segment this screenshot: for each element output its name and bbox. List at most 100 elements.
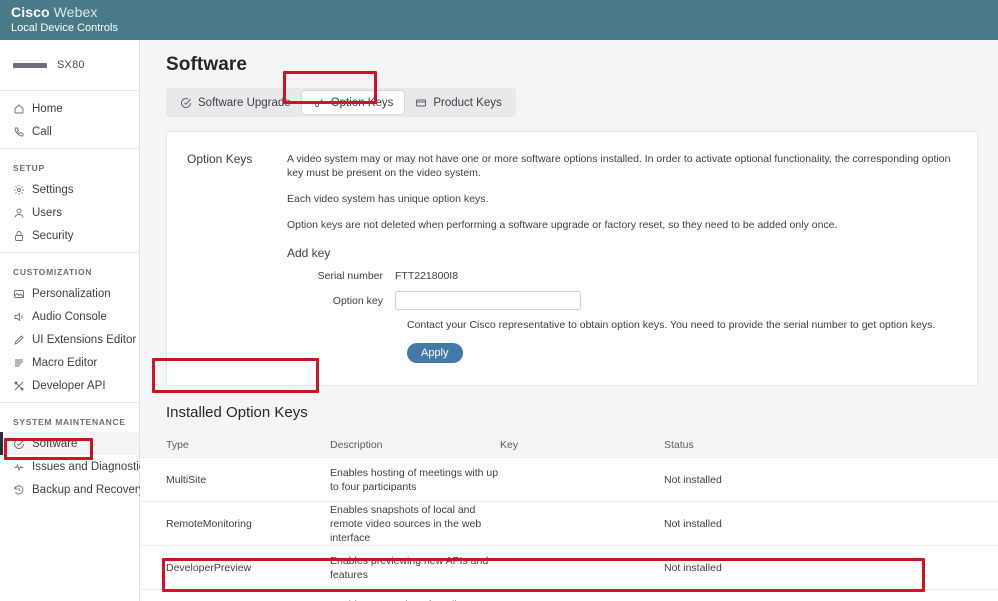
sidebar-item-users[interactable]: Users xyxy=(0,201,139,224)
column-header-key: Key xyxy=(500,439,519,451)
sidebar-item-label: Settings xyxy=(32,183,74,196)
option-key-row: Option key xyxy=(287,291,955,310)
sidebar-item-ui-extensions-editor[interactable]: UI Extensions Editor xyxy=(0,328,139,351)
history-icon xyxy=(13,484,25,496)
nav-group-main: Home Call xyxy=(0,91,139,148)
cell-status: Not installed xyxy=(664,473,722,486)
sidebar-item-personalization[interactable]: Personalization xyxy=(0,282,139,305)
brand-webex-text: Webex xyxy=(53,4,98,20)
contact-hint: Contact your Cisco representative to obt… xyxy=(407,319,936,331)
table-row: DeveloperPreview Enables previewing new … xyxy=(140,545,998,589)
check-circle-icon xyxy=(180,97,192,109)
cell-status: Not installed xyxy=(664,561,722,574)
serial-number-row: Serial number FTT221800I8 xyxy=(287,270,955,282)
cell-type: RemoteMonitoring xyxy=(166,517,252,530)
phone-icon xyxy=(13,126,25,138)
sidebar-item-label: Call xyxy=(32,125,52,138)
sidebar-item-audio-console[interactable]: Audio Console xyxy=(0,305,139,328)
sidebar-item-label: Security xyxy=(32,229,74,242)
key-icon xyxy=(313,97,325,109)
sidebar-item-macro-editor[interactable]: Macro Editor xyxy=(0,351,139,374)
sidebar: SX80 Home Call SETUP Settings Users Secu… xyxy=(0,40,150,601)
sidebar-item-label: Macro Editor xyxy=(32,356,98,369)
check-circle-icon xyxy=(13,438,25,450)
table-header-row: Type Description Key Status xyxy=(140,433,998,457)
application-window: Cisco Webex Local Device Controls SX80 H… xyxy=(0,0,998,601)
speaker-icon xyxy=(13,311,25,323)
sidebar-item-label: UI Extensions Editor xyxy=(32,333,137,346)
cell-type: MultiSite xyxy=(166,473,207,486)
cell-type: DeveloperPreview xyxy=(166,561,252,574)
sidebar-item-label: Issues and Diagnostics xyxy=(32,460,151,473)
serial-number-value: FTT221800I8 xyxy=(395,270,459,282)
sidebar-item-label: Personalization xyxy=(32,287,111,300)
nav-group-heading: SYSTEM MAINTENANCE xyxy=(13,417,126,427)
home-icon xyxy=(13,103,25,115)
nav-group-customization: CUSTOMIZATION Personalization Audio Cons… xyxy=(0,252,139,402)
nav-group-setup: SETUP Settings Users Security xyxy=(0,148,139,252)
description-paragraph-3: Option keys are not deleted when perform… xyxy=(287,219,838,231)
app-header: Cisco Webex Local Device Controls xyxy=(0,0,998,40)
device-selector[interactable]: SX80 xyxy=(0,40,139,91)
installed-option-keys-table: Type Description Key Status MultiSite En… xyxy=(140,433,998,601)
sidebar-item-settings[interactable]: Settings xyxy=(0,178,139,201)
pencil-icon xyxy=(13,334,25,346)
brand-subtitle: Local Device Controls xyxy=(11,22,118,34)
sidebar-item-label: Software xyxy=(32,437,78,450)
tab-bar: Software Upgrade Option Keys Product Key… xyxy=(166,88,516,117)
column-header-description: Description xyxy=(330,439,383,451)
main-content: Software Software Upgrade Option Keys Pr… xyxy=(140,40,998,601)
option-key-label: Option key xyxy=(332,294,383,307)
tools-icon xyxy=(13,380,25,392)
sidebar-item-call[interactable]: Call xyxy=(0,120,139,143)
sidebar-item-label: Audio Console xyxy=(32,310,107,323)
cell-description: Enables hosting of meetings with up to f… xyxy=(330,466,499,493)
nav-group-heading: SETUP xyxy=(13,163,45,173)
card-body: A video system may or may not have one o… xyxy=(287,152,977,363)
sidebar-item-backup-and-recovery[interactable]: Backup and Recovery xyxy=(0,478,145,501)
brand-cisco-text: Cisco xyxy=(11,4,50,20)
tab-option-keys[interactable]: Option Keys xyxy=(301,91,405,114)
column-header-status: Status xyxy=(664,439,694,451)
sidebar-item-software[interactable]: Software xyxy=(0,432,139,455)
add-key-heading: Add key xyxy=(287,246,331,260)
tab-label: Software Upgrade xyxy=(198,96,291,109)
sidebar-item-label: Home xyxy=(32,102,63,115)
tab-label: Product Keys xyxy=(433,96,502,109)
sidebar-item-issues-and-diagnostics[interactable]: Issues and Diagnostics xyxy=(0,455,150,478)
sidebar-item-security[interactable]: Security xyxy=(0,224,139,247)
sidebar-item-developer-api[interactable]: Developer API xyxy=(0,374,139,397)
sidebar-item-label: Developer API xyxy=(32,379,106,392)
card-title: Option Keys xyxy=(187,152,253,166)
option-key-input[interactable] xyxy=(395,291,581,310)
image-icon xyxy=(13,288,25,300)
user-icon xyxy=(13,207,25,219)
page-title: Software xyxy=(166,54,248,75)
device-name-label: SX80 xyxy=(57,59,85,71)
description-paragraph-2: Each video system has unique option keys… xyxy=(287,193,489,205)
nav-group-heading: CUSTOMIZATION xyxy=(13,267,93,277)
sidebar-item-home[interactable]: Home xyxy=(0,97,139,120)
device-thumbnail-icon xyxy=(13,62,47,68)
table-row: MultiSite Enables hosting of meetings wi… xyxy=(140,457,998,501)
pulse-icon xyxy=(13,461,25,473)
tab-software-upgrade[interactable]: Software Upgrade xyxy=(169,91,302,114)
sidebar-item-label: Users xyxy=(32,206,63,219)
serial-number-label: Serial number xyxy=(317,270,383,282)
sidebar-item-label: Backup and Recovery xyxy=(32,483,145,496)
apply-button[interactable]: Apply xyxy=(407,343,463,363)
column-header-type: Type xyxy=(166,439,189,451)
cell-description: Enables encryption of media streams xyxy=(330,598,500,601)
installed-option-keys-title: Installed Option Keys xyxy=(166,404,308,421)
tab-product-keys[interactable]: Product Keys xyxy=(404,91,512,114)
table-row: Encryption Enables encryption of media s… xyxy=(140,589,998,601)
list-icon xyxy=(13,357,25,369)
table-row: RemoteMonitoring Enables snapshots of lo… xyxy=(140,501,998,545)
card-icon xyxy=(415,97,427,109)
brand-title: Cisco Webex xyxy=(11,4,998,20)
cell-description: Enables previewing new APIs and features xyxy=(330,554,489,581)
nav-group-system-maintenance: SYSTEM MAINTENANCE Software Issues and D… xyxy=(0,402,150,506)
description-paragraph-1: A video system may or may not have one o… xyxy=(287,153,951,179)
option-keys-card: Option Keys A video system may or may no… xyxy=(166,131,978,386)
cell-status: Not installed xyxy=(664,517,722,530)
